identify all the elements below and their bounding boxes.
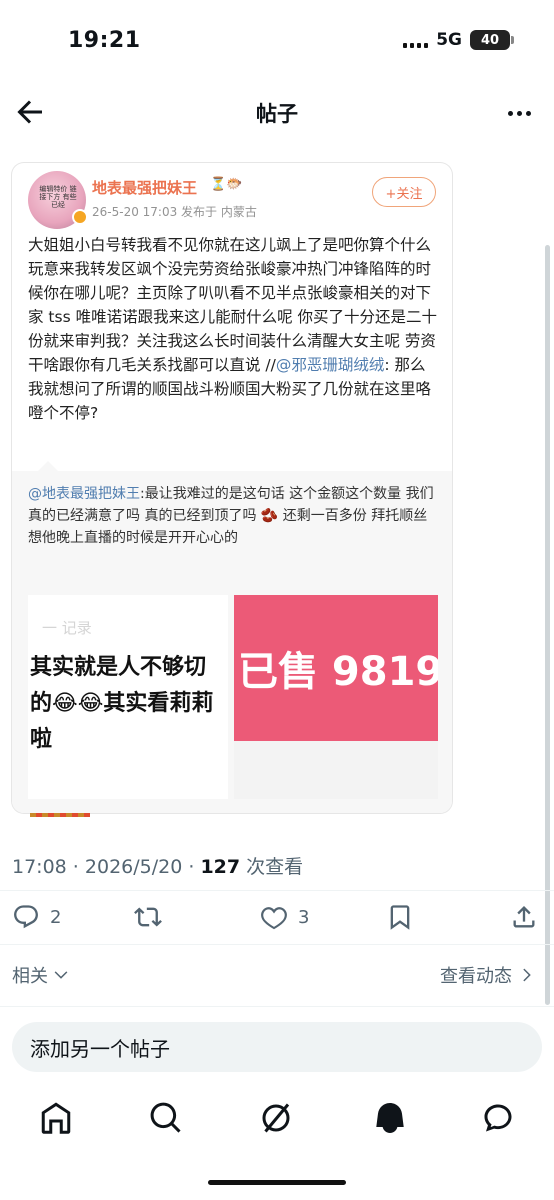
quote-pointer	[38, 461, 58, 471]
view-activity-link[interactable]: 查看动态	[440, 962, 536, 988]
quoted-image-left: 一 记录 其实就是人不够切 的😂😂其实看莉莉 啦	[28, 595, 228, 799]
nav-grok[interactable]	[258, 1100, 294, 1136]
network-type: 5G	[436, 30, 462, 50]
status-indicators: 5G 40	[403, 30, 514, 50]
view-label: 次查看	[246, 856, 304, 878]
more-options-button[interactable]	[502, 96, 536, 130]
share-icon	[513, 906, 535, 928]
heart-icon	[261, 907, 287, 930]
related-toggle[interactable]: 相关	[12, 962, 70, 988]
repost-icon	[134, 907, 162, 927]
reply-button[interactable]: 2	[12, 896, 61, 938]
reply-count: 2	[50, 906, 62, 928]
home-icon	[41, 1102, 71, 1134]
nav-home[interactable]	[38, 1100, 74, 1136]
share-button[interactable]	[510, 896, 538, 938]
more-icon-dot	[516, 110, 522, 116]
scrollbar[interactable]	[545, 245, 550, 1005]
chevron-down-icon	[54, 971, 68, 979]
sold-count-text: 已售 9819	[238, 649, 438, 695]
action-bar: 2 3	[0, 896, 554, 938]
image-edge-decoration	[30, 813, 90, 817]
bookmark-icon	[390, 905, 410, 930]
divider	[0, 944, 554, 945]
nav-search[interactable]	[148, 1100, 184, 1136]
header: 帖子	[0, 86, 554, 142]
search-icon	[150, 1102, 181, 1133]
bell-icon	[376, 1103, 404, 1133]
mention-link: @邪恶珊瑚绒绒	[275, 356, 385, 374]
add-post-input[interactable]: 添加另一个帖子	[12, 1022, 542, 1072]
verified-badge-icon	[72, 209, 88, 225]
divider	[0, 890, 554, 891]
page-title: 帖子	[256, 102, 298, 126]
author-name: 地表最强把妹王	[92, 179, 198, 197]
status-bar: 19:21 5G 40	[0, 0, 554, 80]
follow-button: +关注	[372, 177, 436, 207]
more-icon-dot	[525, 110, 531, 116]
post-body-text: 大姐姐小白号转我看不见你就在这儿飒上了是吧你算个什么玩意来我转发区飒个没完劳资给…	[28, 236, 438, 374]
battery-icon: 40	[470, 30, 514, 50]
nav-notifications[interactable]	[372, 1100, 408, 1136]
view-count: 127	[200, 856, 241, 878]
more-icon-dot	[507, 110, 513, 116]
tweet-date: 2026/5/20	[84, 856, 183, 878]
add-post-placeholder: 添加另一个帖子	[30, 1036, 170, 1061]
repost-button[interactable]	[134, 896, 162, 938]
like-count: 3	[298, 906, 310, 928]
like-button[interactable]: 3	[260, 896, 309, 938]
post-meta: 26-5-20 17:03 发布于 内蒙古	[92, 205, 257, 219]
related-label: 相关	[12, 966, 48, 987]
nav-messages[interactable]	[480, 1100, 516, 1136]
quoted-image-right: 已售 9819	[234, 595, 438, 799]
post-body: 大姐姐小白号转我看不见你就在这儿飒上了是吧你算个什么玩意来我转发区飒个没完劳资给…	[28, 233, 440, 425]
bookmark-button[interactable]	[386, 896, 414, 938]
reply-icon	[14, 905, 38, 929]
tweet-time: 17:08	[12, 856, 67, 878]
grok-icon	[262, 1103, 290, 1133]
image-faint-label: 一 记录	[42, 619, 92, 637]
bottom-nav	[0, 1090, 554, 1146]
quoted-post-text: @地表最强把妹王:最让我难过的是这句话 这个金额这个数量 我们真的已经满意了吗 …	[28, 483, 438, 549]
home-indicator[interactable]	[208, 1180, 346, 1185]
signal-icon	[403, 32, 429, 48]
chat-icon	[484, 1104, 512, 1132]
status-time: 19:21	[68, 28, 141, 53]
divider	[0, 1006, 554, 1007]
author-badge-icons: ⏳🐡	[210, 177, 243, 192]
attached-image[interactable]: 编辑特价 链接下方 有些已经 地表最强把妹王 ⏳🐡 26-5-20 17:03 …	[12, 163, 452, 813]
image-left-caption: 其实就是人不够切 的😂😂其实看莉莉 啦	[30, 655, 214, 752]
chevron-right-icon	[523, 968, 531, 982]
avatar-caption: 编辑特价 链接下方 有些已经	[39, 185, 77, 209]
quoted-mention: @地表最强把妹王	[28, 486, 140, 502]
activity-label: 查看动态	[440, 966, 512, 987]
tweet-meta: 17:08 · 2026/5/20 · 127 次查看	[12, 856, 304, 878]
